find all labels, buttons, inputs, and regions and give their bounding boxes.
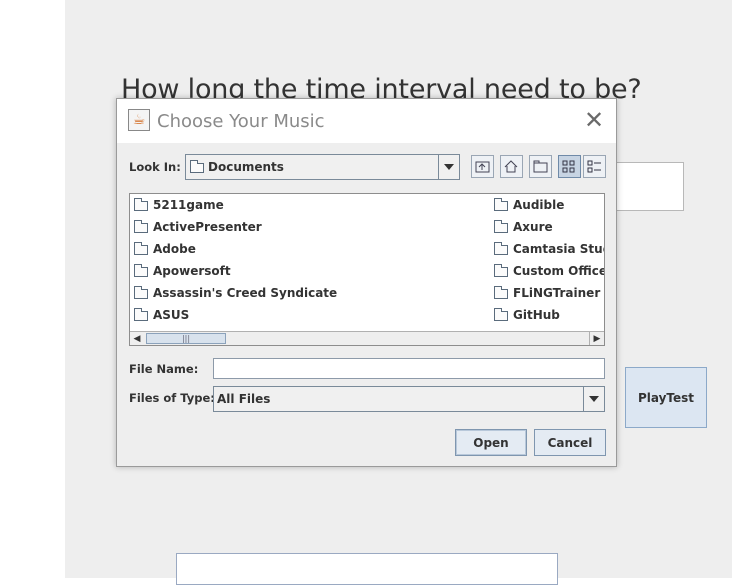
folder-icon	[494, 242, 508, 255]
file-list[interactable]: 5211game ActivePresenter Adobe Apowersof…	[129, 193, 605, 346]
folder-icon	[494, 264, 508, 277]
folder-icon	[134, 220, 148, 233]
folder-icon	[494, 286, 508, 299]
folder-icon	[494, 308, 508, 321]
details-view-icon	[587, 160, 601, 173]
details-view-button[interactable]	[583, 155, 606, 178]
folder-icon	[190, 160, 204, 173]
dialog-titlebar: ☕ Choose Your Music ✕	[117, 99, 616, 143]
open-button[interactable]: Open	[455, 429, 527, 456]
files-of-type-label: Files of Type:	[129, 391, 215, 405]
close-button[interactable]: ✕	[583, 108, 605, 132]
new-folder-button[interactable]	[529, 155, 552, 178]
home-button[interactable]	[500, 155, 523, 178]
list-view-button[interactable]	[558, 155, 581, 178]
home-icon	[504, 160, 518, 173]
new-folder-icon	[533, 160, 548, 173]
java-cup-icon: ☕	[128, 109, 150, 131]
cancel-button[interactable]: Cancel	[534, 429, 606, 456]
scroll-left-icon[interactable]: ◀	[130, 332, 144, 345]
files-of-type-value: All Files	[217, 392, 271, 406]
file-name-input[interactable]	[213, 358, 605, 379]
look-in-value: Documents	[208, 160, 284, 174]
folder-icon	[134, 242, 148, 255]
list-view-icon	[562, 160, 575, 173]
folder-icon	[494, 198, 508, 211]
chevron-down-icon[interactable]	[583, 387, 604, 411]
interval-input[interactable]	[606, 162, 684, 211]
look-in-combo[interactable]: Documents	[185, 154, 460, 180]
file-name-label: File Name:	[129, 362, 199, 376]
look-in-label: Look In:	[129, 160, 181, 174]
file-chooser-dialog: ☕ Choose Your Music ✕ Look In: Documents…	[116, 98, 617, 467]
chevron-down-icon[interactable]	[438, 155, 459, 179]
horizontal-scrollbar[interactable]: ◀ ||| ▶	[130, 331, 604, 345]
folder-icon	[134, 198, 148, 211]
scrollbar-thumb[interactable]: |||	[146, 333, 226, 344]
dialog-title: Choose Your Music	[157, 111, 325, 132]
files-of-type-combo[interactable]: All Files	[213, 386, 605, 412]
folder-icon	[494, 220, 508, 233]
up-folder-button[interactable]	[471, 155, 494, 178]
folder-icon	[134, 286, 148, 299]
bottom-input[interactable]	[176, 553, 558, 585]
playtest-button[interactable]: PlayTest	[625, 367, 707, 428]
scroll-right-icon[interactable]: ▶	[589, 332, 604, 345]
folder-icon	[134, 264, 148, 277]
folder-icon	[134, 308, 148, 321]
up-folder-icon	[475, 161, 490, 173]
